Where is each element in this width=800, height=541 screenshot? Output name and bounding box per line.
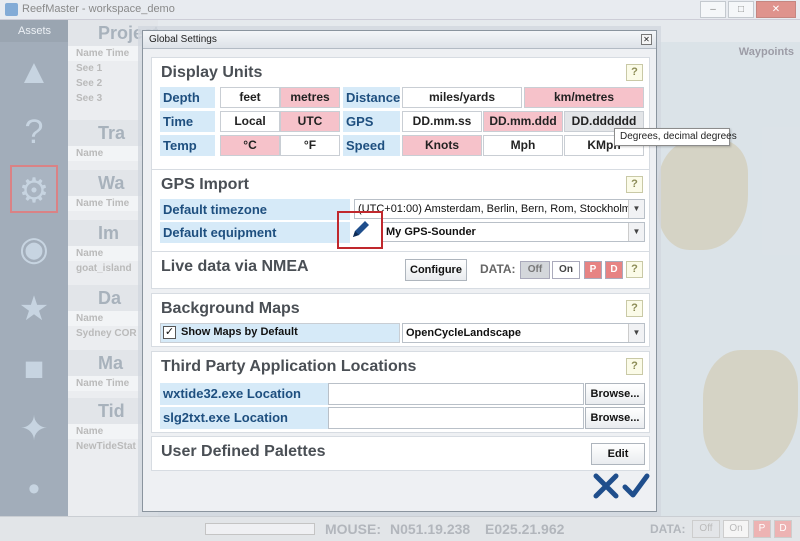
distance-km-option[interactable]: km/metres bbox=[524, 87, 644, 108]
third-party-help-icon[interactable]: ? bbox=[626, 358, 643, 375]
background-map-value: OpenCycleLandscape bbox=[406, 327, 521, 339]
nmea-p-toggle[interactable]: P bbox=[584, 261, 602, 279]
default-equipment-label: Default equipment bbox=[160, 222, 350, 243]
speed-label: Speed bbox=[343, 135, 400, 156]
display-units-title: Display Units bbox=[161, 64, 263, 81]
wxtide-browse-button[interactable]: Browse... bbox=[585, 383, 645, 405]
temp-fahrenheit-option[interactable]: °F bbox=[280, 135, 340, 156]
equipment-value: My GPS-Sounder bbox=[386, 226, 476, 238]
default-timezone-label: Default timezone bbox=[160, 199, 350, 220]
show-maps-checkbox[interactable]: ✓ bbox=[163, 326, 176, 339]
nmea-on-toggle[interactable]: On bbox=[552, 261, 580, 279]
timezone-select[interactable]: (UTC+01:00) Amsterdam, Berlin, Bern, Rom… bbox=[354, 199, 645, 219]
depth-metres-option[interactable]: metres bbox=[280, 87, 340, 108]
wxtide-path-input[interactable] bbox=[328, 383, 584, 405]
speed-mph-option[interactable]: Mph bbox=[483, 135, 563, 156]
slg2txt-label: slg2txt.exe Location bbox=[160, 407, 328, 429]
depth-feet-option[interactable]: feet bbox=[220, 87, 280, 108]
gps-import-help-icon[interactable]: ? bbox=[626, 176, 643, 193]
gps-ddmmddd-option[interactable]: DD.mm.ddd bbox=[483, 111, 563, 132]
global-settings-dialog: Global Settings ✕ Display Units ? Depth … bbox=[142, 30, 657, 512]
time-label: Time bbox=[160, 111, 215, 132]
distance-miles-option[interactable]: miles/yards bbox=[402, 87, 522, 108]
speed-knots-option[interactable]: Knots bbox=[402, 135, 482, 156]
configure-button[interactable]: Configure bbox=[405, 259, 467, 281]
background-maps-section: Background Maps ? ✓ Show Maps by Default… bbox=[151, 293, 650, 347]
nmea-section: Live data via NMEA Configure DATA: Off O… bbox=[151, 251, 650, 289]
background-maps-title: Background Maps bbox=[161, 300, 300, 317]
time-local-option[interactable]: Local bbox=[220, 111, 280, 132]
temp-celsius-option[interactable]: °C bbox=[220, 135, 280, 156]
slg2txt-path-input[interactable] bbox=[328, 407, 584, 429]
edit-pencil-icon[interactable] bbox=[350, 218, 372, 240]
nmea-off-toggle[interactable]: Off bbox=[520, 261, 550, 279]
nmea-title: Live data via NMEA bbox=[161, 258, 309, 275]
dialog-close-icon[interactable]: ✕ bbox=[641, 34, 652, 45]
cancel-x-icon[interactable] bbox=[592, 472, 620, 500]
gps-ddmmss-option[interactable]: DD.mm.ss bbox=[402, 111, 482, 132]
palettes-section: User Defined Palettes Edit bbox=[151, 436, 650, 471]
display-units-help-icon[interactable]: ? bbox=[626, 64, 643, 81]
wxtide-label: wxtide32.exe Location bbox=[160, 383, 328, 405]
equipment-select[interactable]: My GPS-Sounder ▼ bbox=[382, 222, 645, 242]
timezone-value: (UTC+01:00) Amsterdam, Berlin, Bern, Rom… bbox=[358, 203, 645, 215]
background-map-select[interactable]: OpenCycleLandscape ▼ bbox=[402, 323, 645, 343]
background-maps-help-icon[interactable]: ? bbox=[626, 300, 643, 317]
third-party-title: Third Party Application Locations bbox=[161, 358, 417, 375]
nmea-data-label: DATA: bbox=[480, 262, 516, 276]
display-units-section: Display Units ? Depth feet metres Distan… bbox=[151, 57, 650, 180]
chevron-down-icon[interactable]: ▼ bbox=[628, 200, 644, 218]
slg2txt-browse-button[interactable]: Browse... bbox=[585, 407, 645, 429]
gps-format-tooltip: Degrees, decimal degrees bbox=[614, 128, 737, 146]
gps-import-section: GPS Import ? Default timezone (UTC+01:00… bbox=[151, 169, 650, 253]
distance-label: Distance bbox=[343, 87, 400, 108]
dialog-title: Global Settings bbox=[149, 34, 217, 45]
palettes-title: User Defined Palettes bbox=[161, 443, 326, 460]
gps-import-title: GPS Import bbox=[161, 176, 250, 193]
time-utc-option[interactable]: UTC bbox=[280, 111, 340, 132]
show-maps-row[interactable]: ✓ Show Maps by Default bbox=[160, 323, 400, 343]
confirm-check-icon[interactable] bbox=[622, 472, 650, 500]
nmea-help-icon[interactable]: ? bbox=[626, 261, 643, 278]
show-maps-label: Show Maps by Default bbox=[181, 326, 298, 338]
gps-label: GPS bbox=[343, 111, 400, 132]
chevron-down-icon[interactable]: ▼ bbox=[628, 324, 644, 342]
temp-label: Temp bbox=[160, 135, 215, 156]
nmea-d-toggle[interactable]: D bbox=[605, 261, 623, 279]
palettes-edit-button[interactable]: Edit bbox=[591, 443, 645, 465]
dialog-titlebar: Global Settings ✕ bbox=[143, 31, 656, 49]
chevron-down-icon[interactable]: ▼ bbox=[628, 223, 644, 241]
depth-label: Depth bbox=[160, 87, 215, 108]
third-party-section: Third Party Application Locations ? wxti… bbox=[151, 351, 650, 433]
